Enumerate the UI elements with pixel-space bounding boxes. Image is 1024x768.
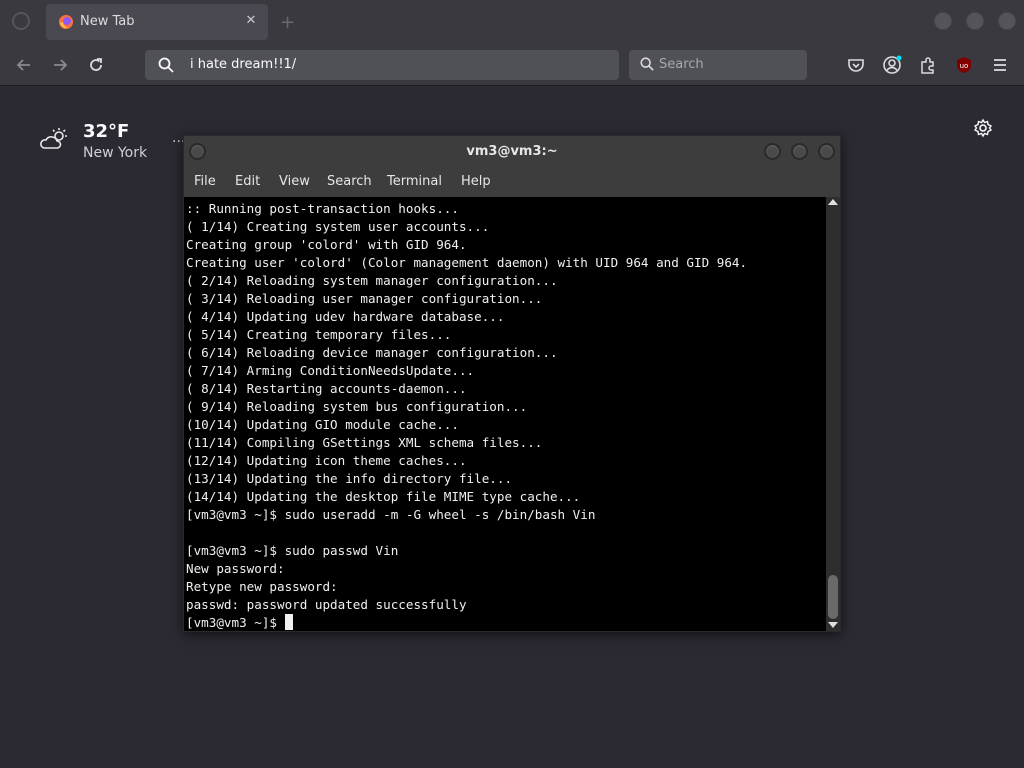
tab-title: New Tab bbox=[80, 14, 135, 29]
terminal-close-button[interactable] bbox=[818, 143, 835, 160]
scroll-thumb[interactable] bbox=[828, 575, 838, 619]
terminal-line: ( 3/14) Reloading user manager configura… bbox=[186, 291, 543, 306]
menu-search[interactable]: Search bbox=[327, 174, 372, 189]
terminal-line: ( 5/14) Creating temporary files... bbox=[186, 327, 452, 342]
tab-close-icon[interactable]: ✕ bbox=[242, 12, 260, 30]
weather-city: New York bbox=[83, 145, 148, 161]
menu-view[interactable]: View bbox=[279, 174, 310, 189]
menu-terminal[interactable]: Terminal bbox=[387, 174, 442, 189]
partly-sunny-icon bbox=[40, 128, 67, 149]
tab-new-tab[interactable]: New Tab ✕ bbox=[46, 4, 268, 40]
terminal-output[interactable]: :: Running post-transaction hooks...( 1/… bbox=[184, 197, 826, 631]
terminal-line: Creating user 'colord' (Color management… bbox=[186, 255, 748, 270]
navigation-toolbar: i hate dream!!1/ Search uo bbox=[0, 44, 1024, 86]
tab-bar: New Tab ✕ + bbox=[0, 0, 1024, 44]
gear-icon[interactable] bbox=[973, 118, 993, 138]
terminal-title: vm3@vm3:~ bbox=[466, 144, 558, 159]
terminal-scrollbar[interactable] bbox=[826, 197, 840, 631]
maximize-button[interactable] bbox=[966, 12, 984, 30]
search-input[interactable]: Search bbox=[659, 57, 704, 72]
url-bar[interactable]: i hate dream!!1/ bbox=[145, 50, 619, 80]
extensions-icon[interactable] bbox=[918, 55, 938, 75]
terminal-line: [vm3@vm3 ~]$ sudo useradd -m -G wheel -s… bbox=[186, 507, 596, 522]
back-icon[interactable] bbox=[14, 55, 34, 75]
scroll-up-arrow[interactable] bbox=[828, 199, 838, 205]
terminal-line: ( 6/14) Reloading device manager configu… bbox=[186, 345, 558, 360]
firefox-icon bbox=[59, 15, 73, 29]
search-icon bbox=[158, 57, 174, 73]
terminal-lines: :: Running post-transaction hooks...( 1/… bbox=[186, 200, 747, 632]
terminal-titlebar[interactable]: vm3@vm3:~ bbox=[184, 136, 840, 168]
forward-icon[interactable] bbox=[50, 55, 70, 75]
firefox-view-icon[interactable] bbox=[12, 12, 30, 30]
terminal-line: (10/14) Updating GIO module cache... bbox=[186, 417, 459, 432]
weather-temperature: 32°F bbox=[83, 121, 130, 142]
reload-icon[interactable] bbox=[86, 55, 106, 75]
ublock-icon[interactable]: uo bbox=[954, 55, 974, 75]
terminal-line: ( 9/14) Reloading system bus configurati… bbox=[186, 399, 528, 414]
terminal-line: (13/14) Updating the info directory file… bbox=[186, 471, 513, 486]
terminal-line: ( 1/14) Creating system user accounts... bbox=[186, 219, 490, 234]
scroll-down-arrow[interactable] bbox=[828, 622, 838, 628]
search-icon bbox=[640, 57, 654, 71]
account-icon[interactable] bbox=[882, 55, 902, 75]
minimize-button[interactable] bbox=[934, 12, 952, 30]
terminal-prompt: [vm3@vm3 ~]$ bbox=[186, 615, 285, 630]
url-input[interactable]: i hate dream!!1/ bbox=[190, 57, 296, 72]
terminal-line: (14/14) Updating the desktop file MIME t… bbox=[186, 489, 581, 504]
terminal-minimize-button[interactable] bbox=[764, 143, 781, 160]
terminal-window[interactable]: vm3@vm3:~ File Edit View Search Terminal… bbox=[183, 135, 841, 632]
terminal-line: passwd: password updated successfully bbox=[186, 597, 467, 612]
menu-icon[interactable] bbox=[990, 55, 1010, 75]
terminal-line: (12/14) Updating icon theme caches... bbox=[186, 453, 467, 468]
terminal-line: ( 7/14) Arming ConditionNeedsUpdate... bbox=[186, 363, 475, 378]
terminal-line: (11/14) Compiling GSettings XML schema f… bbox=[186, 435, 543, 450]
terminal-line: [vm3@vm3 ~]$ sudo passwd Vin bbox=[186, 543, 399, 558]
terminal-line: Creating group 'colord' with GID 964. bbox=[186, 237, 467, 252]
terminal-menubar: File Edit View Search Terminal Help bbox=[184, 168, 840, 196]
pocket-icon[interactable] bbox=[846, 55, 866, 75]
terminal-maximize-button[interactable] bbox=[791, 143, 808, 160]
terminal-line: ( 8/14) Restarting accounts-daemon... bbox=[186, 381, 467, 396]
terminal-line: :: Running post-transaction hooks... bbox=[186, 201, 459, 216]
menu-help[interactable]: Help bbox=[461, 174, 491, 189]
close-window-button[interactable] bbox=[998, 12, 1016, 30]
menu-edit[interactable]: Edit bbox=[235, 174, 260, 189]
search-box[interactable]: Search bbox=[629, 50, 807, 80]
terminal-line: ( 4/14) Updating udev hardware database.… bbox=[186, 309, 505, 324]
terminal-line: New password: bbox=[186, 561, 285, 576]
new-tab-plus-icon[interactable]: + bbox=[280, 12, 295, 33]
menu-file[interactable]: File bbox=[194, 174, 216, 189]
terminal-cursor bbox=[284, 614, 293, 630]
terminal-prompt-line: [vm3@vm3 ~]$ bbox=[186, 614, 747, 632]
svg-text:uo: uo bbox=[960, 62, 969, 70]
terminal-line: Retype new password: bbox=[186, 579, 338, 594]
terminal-line: ( 2/14) Reloading system manager configu… bbox=[186, 273, 558, 288]
